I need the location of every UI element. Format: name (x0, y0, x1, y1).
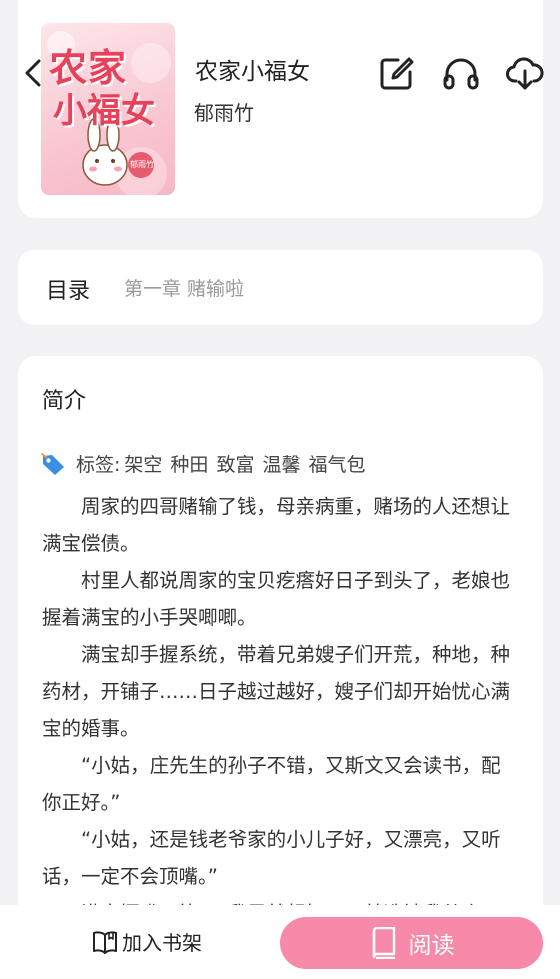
tag-item[interactable]: 架空 (124, 450, 162, 477)
listen-button[interactable] (442, 54, 480, 92)
tags-label: 标签: (76, 454, 121, 476)
read-button[interactable]: 阅读 (280, 917, 543, 969)
synopsis-paragraph: “小姑，还是钱老爷家的小儿子好，又漂亮，又听话，一定不会顶嘴。” (42, 828, 501, 888)
bottom-action-bar: 加入书架 阅读 (0, 905, 560, 979)
headphones-icon (443, 58, 479, 90)
tag-item[interactable]: 福气包 (308, 450, 365, 477)
synopsis-paragraph: “小姑，庄先生的孙子不错，又斯文又会读书，配你正好。” (42, 754, 501, 814)
book-open-icon (93, 930, 117, 954)
tag-item[interactable]: 致富 (216, 450, 254, 477)
edit-button[interactable] (378, 54, 416, 92)
synopsis-paragraph: 村里人都说周家的宝贝疙瘩好日子到头了，老娘也握着满宝的小手哭唧唧。 (42, 569, 511, 629)
download-button[interactable] (506, 54, 544, 92)
synopsis-paragraph: 满宝却手握系统，带着兄弟嫂子们开荒，种地，种药材，开铺子……日子越过越好，嫂子们… (42, 643, 511, 740)
add-to-shelf-label: 加入书架 (122, 931, 202, 955)
book-detail-page: 农家 小福女 郁雨竹 农家小福女 郁雨竹 目录 第一章 赌输啦 简介 标签: 架… (0, 0, 560, 979)
table-of-contents-row[interactable]: 目录 第一章 赌输啦 (18, 250, 543, 325)
cover-title-line2: 小福女 (53, 91, 155, 131)
edit-icon (380, 57, 414, 90)
tag-item[interactable]: 温馨 (262, 450, 300, 477)
read-label: 阅读 (408, 933, 455, 959)
tag-icon (41, 452, 64, 475)
book-title: 农家小福女 (195, 59, 310, 85)
book-author[interactable]: 郁雨竹 (194, 97, 254, 126)
toc-latest-chapter: 第一章 赌输啦 (124, 278, 245, 300)
synopsis-title: 简介 (42, 389, 87, 414)
book-cover[interactable]: 农家 小福女 郁雨竹 (41, 23, 175, 195)
synopsis-paragraph: 周家的四哥赌输了钱，母亲病重，赌场的人还想让满宝偿债。 (42, 495, 511, 555)
synopsis-card: 简介 标签: 架空 种田 致富 温馨 福气包 周家的四哥赌输了钱，母亲病重，赌场… (18, 356, 543, 979)
toc-label: 目录 (46, 279, 91, 304)
synopsis-text: 周家的四哥赌输了钱，母亲病重，赌场的人还想让满宝偿债。 村里人都说周家的宝贝疙瘩… (42, 488, 512, 932)
book-icon (372, 927, 395, 959)
download-icon (506, 57, 544, 90)
tags-row: 标签: 架空 种田 致富 温馨 福气包 (40, 450, 373, 477)
add-to-shelf-button[interactable]: 加入书架 (92, 927, 202, 956)
tag-item[interactable]: 种田 (170, 450, 208, 477)
cover-author-stamp: 郁雨竹 (130, 160, 154, 169)
